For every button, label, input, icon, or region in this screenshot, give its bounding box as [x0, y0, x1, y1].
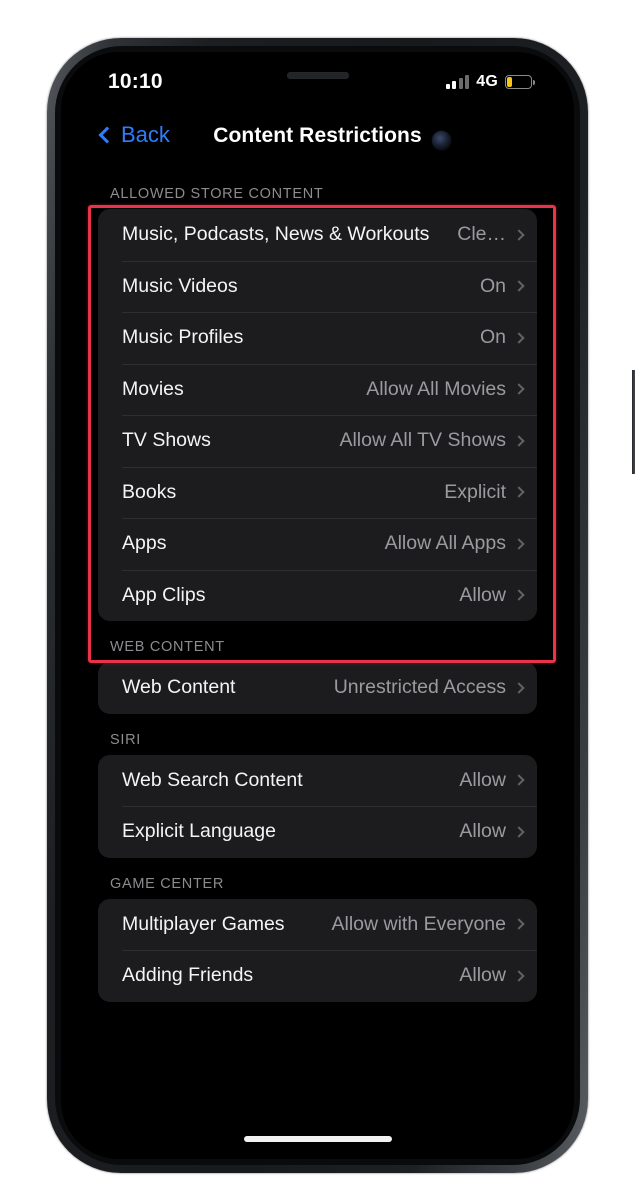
settings-row-value: Explicit	[444, 480, 506, 503]
chevron-right-icon	[513, 826, 525, 838]
chevron-right-icon	[513, 229, 525, 241]
section-header: GAME CENTER	[110, 875, 225, 892]
settings-row[interactable]: Web Content Unrestricted Access	[98, 662, 537, 714]
chevron-right-icon	[513, 435, 525, 447]
settings-row-label: Apps	[122, 532, 167, 555]
settings-card: Multiplayer Games Allow with Everyone Addi…	[98, 898, 537, 1002]
display-notch	[223, 52, 412, 84]
settings-row-label: Web Search Content	[122, 768, 303, 791]
settings-section: ALLOWED STORE CONTENT Music, Podcasts, Ne…	[61, 168, 574, 621]
settings-row[interactable]: Books Explicit	[98, 466, 537, 519]
settings-row[interactable]: Web Search Content Allow	[98, 755, 537, 807]
phone-screen: 10:10 4G Back Content Restrictions ALLOW…	[61, 52, 574, 1159]
settings-row[interactable]: App Clips Allow	[98, 569, 537, 622]
chevron-right-icon	[513, 486, 525, 498]
settings-card: Music, Podcasts, News & Workouts Cle… Musi…	[98, 209, 537, 621]
chevron-right-icon	[513, 332, 525, 344]
settings-row-label: Music, Podcasts, News & Workouts	[122, 223, 430, 246]
settings-row-label: Web Content	[122, 676, 236, 699]
settings-row-label: App Clips	[122, 583, 206, 606]
settings-row-detail: Unrestricted Access	[333, 676, 525, 699]
settings-row[interactable]: Music Profiles On	[98, 312, 537, 364]
battery-fill	[507, 77, 513, 87]
settings-card: Web Content Unrestricted Access	[98, 662, 537, 714]
settings-row-detail: Allow All Apps	[384, 532, 525, 555]
settings-section: SIRI Web Search Content Allow Explicit Lang…	[61, 714, 574, 858]
settings-row[interactable]: Movies Allow All Movies	[98, 363, 537, 416]
settings-card: Web Search Content Allow Explicit Language…	[98, 754, 537, 858]
section-header: ALLOWED STORE CONTENT	[110, 186, 324, 202]
settings-row-label: Movies	[122, 377, 184, 400]
earpiece-speaker-icon	[286, 72, 349, 79]
settings-row-label: TV Shows	[122, 429, 211, 452]
settings-row-detail: Allow All TV Shows	[339, 429, 525, 452]
settings-row-label: Multiplayer Games	[122, 912, 285, 935]
settings-row[interactable]: Music Videos On	[98, 260, 537, 313]
settings-row-label: Music Videos	[122, 274, 238, 297]
settings-row-detail: Allow All Movies	[366, 377, 525, 401]
status-time: 10:10	[108, 70, 163, 93]
settings-row[interactable]: Music, Podcasts, News & Workouts Cle…	[98, 209, 537, 261]
settings-row-value: Allow	[459, 768, 506, 791]
chevron-right-icon	[513, 383, 525, 395]
section-header: SIRI	[110, 731, 141, 748]
settings-row-detail: Allow	[459, 768, 525, 792]
settings-row-detail: Allow	[459, 583, 525, 607]
settings-row-value: Allow All Movies	[366, 377, 506, 400]
settings-row-detail: On	[479, 326, 525, 349]
settings-row-value: Unrestricted Access	[333, 676, 506, 699]
settings-row-value: Cle…	[457, 223, 506, 246]
battery-icon	[505, 75, 536, 89]
cellular-signal-icon	[445, 75, 470, 89]
section-header: WEB CONTENT	[110, 639, 225, 655]
settings-section: WEB CONTENT Web Content Unrestricted Acces…	[61, 621, 574, 714]
settings-row[interactable]: Adding Friends Allow	[98, 950, 537, 1002]
settings-row-value: Allow	[459, 964, 506, 987]
chevron-right-icon	[513, 589, 525, 601]
phone-frame: 10:10 4G Back Content Restrictions ALLOW…	[47, 38, 635, 1173]
settings-row-detail: On	[479, 274, 525, 298]
front-camera-icon	[432, 131, 451, 150]
settings-row-value: Allow All TV Shows	[339, 429, 506, 452]
settings-row-value: Allow with Everyone	[331, 912, 507, 935]
settings-row[interactable]: TV Shows Allow All TV Shows	[98, 415, 537, 467]
settings-row-value: On	[479, 326, 506, 349]
chevron-right-icon	[513, 682, 525, 694]
settings-row-value: Allow	[459, 820, 506, 843]
settings-row[interactable]: Apps Allow All Apps	[98, 518, 537, 570]
chevron-right-icon	[513, 280, 525, 292]
settings-list: ALLOWED STORE CONTENT Music, Podcasts, Ne…	[61, 168, 574, 1159]
home-indicator[interactable]	[243, 1136, 392, 1142]
settings-row-label: Explicit Language	[122, 820, 276, 843]
settings-row-detail: Allow with Everyone	[331, 912, 525, 936]
settings-row-detail: Explicit	[444, 480, 525, 504]
chevron-right-icon	[513, 538, 525, 550]
settings-row-label: Music Profiles	[122, 326, 244, 349]
settings-row[interactable]: Multiplayer Games Allow with Everyone	[98, 899, 537, 951]
settings-row-label: Adding Friends	[122, 964, 254, 987]
screenshot-canvas: 10:10 4G Back Content Restrictions ALLOW…	[0, 0, 635, 1200]
page-title: Content Restrictions	[213, 124, 422, 147]
chevron-right-icon	[513, 918, 525, 930]
settings-row-value: Allow	[459, 583, 506, 606]
settings-section: GAME CENTER Multiplayer Games Allow with E…	[61, 858, 574, 1002]
settings-row-detail: Allow	[459, 820, 525, 843]
settings-row-value: Allow All Apps	[384, 532, 506, 555]
settings-row-label: Books	[122, 480, 177, 503]
status-indicators: 4G	[445, 73, 536, 91]
settings-row-detail: Cle…	[457, 223, 525, 246]
network-type-label: 4G	[476, 73, 498, 90]
settings-row-value: On	[479, 274, 506, 297]
chevron-right-icon	[513, 774, 525, 786]
navigation-bar: Back Content Restrictions	[61, 110, 574, 168]
settings-row-detail: Allow	[459, 964, 525, 987]
settings-row[interactable]: Explicit Language Allow	[98, 806, 537, 858]
chevron-right-icon	[513, 970, 525, 982]
